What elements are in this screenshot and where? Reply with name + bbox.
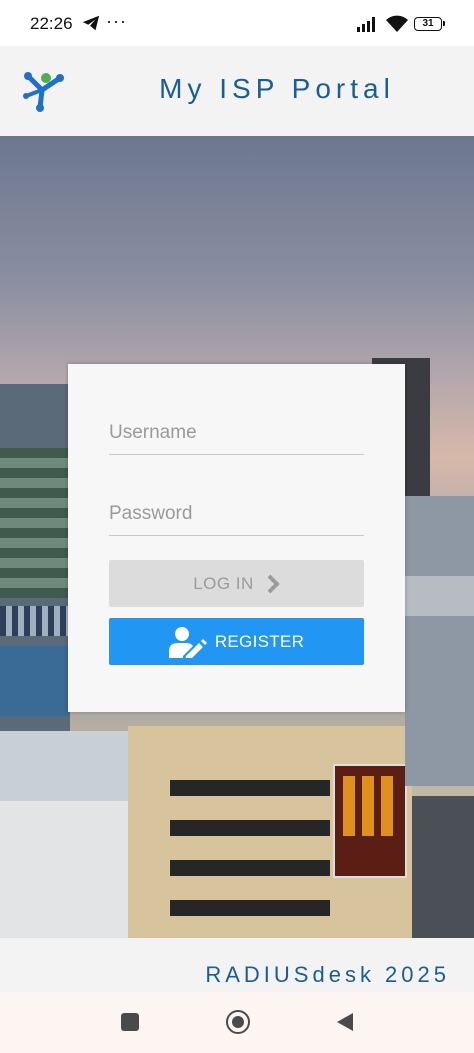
page-title: My ISP Portal bbox=[159, 73, 395, 104]
password-field[interactable] bbox=[109, 490, 364, 536]
battery-level: 31 bbox=[422, 18, 434, 29]
login-card: LOG IN REGISTER bbox=[68, 364, 405, 712]
password-input[interactable] bbox=[109, 494, 364, 534]
register-button-label: REGISTER bbox=[214, 631, 305, 651]
telegram-icon bbox=[82, 15, 100, 31]
status-bar: 22:26 ··· 31 bbox=[0, 0, 474, 46]
user-edit-icon bbox=[168, 626, 207, 658]
network-nodes-logo bbox=[23, 72, 64, 112]
footer-text: RADIUSdesk 2025 bbox=[205, 962, 450, 987]
home-circle-icon[interactable] bbox=[226, 1010, 250, 1034]
chevron-right-icon bbox=[267, 574, 280, 593]
login-button[interactable]: LOG IN bbox=[109, 560, 364, 607]
username-input[interactable] bbox=[109, 413, 364, 453]
footer: RADIUSdesk 2025 bbox=[0, 938, 474, 992]
app-header: My ISP Portal bbox=[0, 46, 474, 136]
login-button-label: LOG IN bbox=[193, 573, 254, 593]
status-time: 22:26 bbox=[30, 14, 73, 33]
username-field[interactable] bbox=[109, 409, 364, 455]
wifi-icon bbox=[386, 15, 408, 32]
battery-icon: 31 bbox=[414, 17, 445, 31]
signal-icon bbox=[357, 17, 375, 32]
register-button[interactable]: REGISTER bbox=[109, 618, 364, 665]
recents-square-icon[interactable] bbox=[121, 1013, 139, 1031]
back-triangle-icon[interactable] bbox=[335, 1011, 355, 1033]
more-notifications-icon: ··· bbox=[106, 11, 127, 31]
